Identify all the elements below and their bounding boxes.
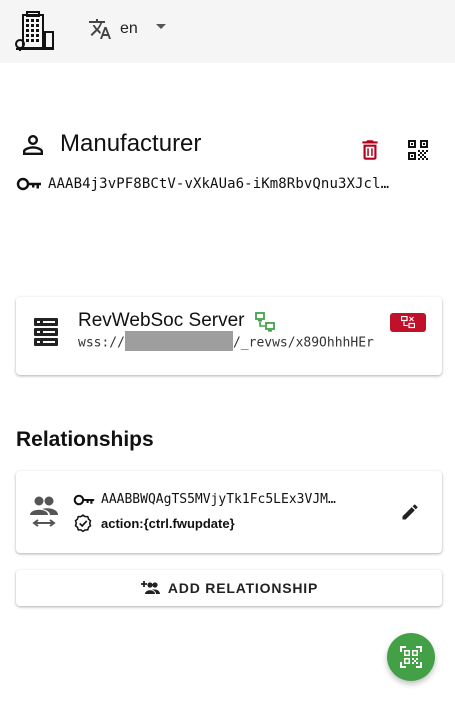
add-relationship-button[interactable]: ADD RELATIONSHIP [16,570,442,606]
identity-public-key[interactable]: AAAB4j3vPF8BCtV-vXkAUa6-iKm8RbvQnu3XJcl… [48,176,389,192]
relationships-heading: Relationships [16,428,154,451]
verified-icon [74,514,92,533]
identity-title: Manufacturer [60,130,202,157]
connection-status-icon [255,312,275,332]
server-icon [34,318,58,346]
caret-down-icon[interactable] [154,20,168,34]
key-icon [73,494,95,505]
disconnect-button[interactable] [390,313,426,332]
server-url[interactable]: wss:// /_revws/x89OhhhHEr [78,331,374,351]
relationship-action-row: action:{ctrl.fwupdate} [73,513,235,533]
relationship-card[interactable]: AAABBWQAgTS5MVjyTk1Fc5LEx3VJM… action:{c… [16,471,442,553]
relationship-action: action:{ctrl.fwupdate} [101,515,235,531]
language-label: en [120,20,138,37]
pencil-icon[interactable] [400,502,420,522]
server-card[interactable]: RevWebSoc Server wss:// /_revws/x89OhhhHE… [16,297,442,375]
person-icon [23,135,43,155]
qr-scan-icon [400,646,422,668]
disconnect-icon [401,316,415,329]
key-icon [16,177,41,191]
qr-code-icon[interactable] [406,138,430,162]
language-selector[interactable]: en [88,16,166,42]
identity-key-row: AAAB4j3vPF8BCtV-vXkAUa6-iKm8RbvQnu3XJcl… [16,176,440,192]
building-icon[interactable] [14,10,56,52]
server-name: RevWebSoc Server [78,310,245,331]
top-bar: en [0,0,455,63]
relationship-key: AAABBWQAgTS5MVjyTk1Fc5LEx3VJM… [101,492,336,507]
add-relationship-label: ADD RELATIONSHIP [167,580,319,596]
relationship-key-row: AAABBWQAgTS5MVjyTk1Fc5LEx3VJM… [73,492,336,507]
server-url-prefix: wss:// [78,335,125,351]
server-url-suffix: /_revws/x89OhhhHEr [232,335,374,351]
add-group-icon [140,581,160,594]
scan-qr-fab[interactable] [387,633,435,681]
translate-icon [89,19,111,39]
group-exchange-icon [30,496,58,527]
trash-icon[interactable] [357,137,383,163]
redacted-host [124,331,233,351]
